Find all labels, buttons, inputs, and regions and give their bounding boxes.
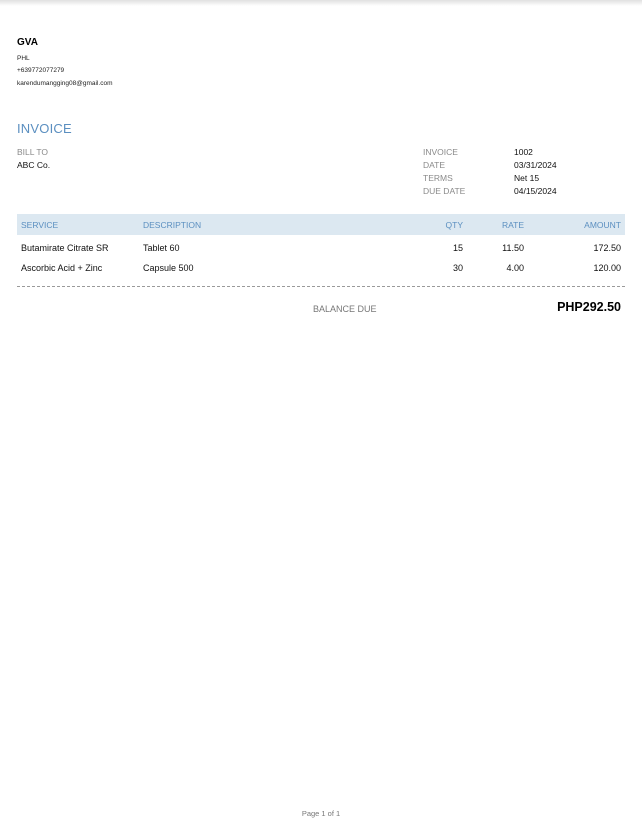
row-rate: 11.50 [502,243,524,253]
row-qty: 15 [452,243,463,253]
row-amount: 172.50 [593,243,621,253]
table-divider [17,286,625,287]
row-description: Capsule 500 [143,263,194,273]
header-description: DESCRIPTION [143,220,202,230]
header-service: SERVICE [21,220,59,230]
page-top-shadow [0,0,642,6]
balance-due-value: PHP292.50 [557,300,621,314]
row-service: Ascorbic Acid + Zinc [21,263,103,273]
page-number: Page 1 of 1 [301,809,341,818]
due-date-label: DUE DATE [423,186,466,196]
balance-due-label: BALANCE DUE [313,304,377,314]
due-date-value: 04/15/2024 [514,186,557,196]
invoice-number-value: 1002 [514,147,533,157]
row-amount: 120.00 [593,263,621,273]
line-items-header [17,214,625,235]
terms-value: Net 15 [514,173,540,183]
bill-to-value: ABC Co. [17,160,51,170]
header-rate: RATE [501,220,524,230]
row-rate: 4.00 [506,263,524,273]
company-name: GVA [17,37,38,48]
row-qty: 30 [452,263,463,273]
company-phone: +639772077279 [17,67,65,74]
row-description: Tablet 60 [143,243,180,253]
company-country: PHL [17,55,30,62]
header-qty: QTY [445,220,463,230]
row-service: Butamirate Citrate SR [21,243,109,253]
bill-to-label: BILL TO [17,147,49,157]
date-label: DATE [423,160,446,170]
header-amount: AMOUNT [584,220,621,230]
invoice-number-label: INVOICE [423,147,458,157]
company-email: karendumangging08@gmail.com [17,80,113,87]
date-value: 03/31/2024 [514,160,557,170]
invoice-title: INVOICE [17,121,72,136]
terms-label: TERMS [423,173,453,183]
